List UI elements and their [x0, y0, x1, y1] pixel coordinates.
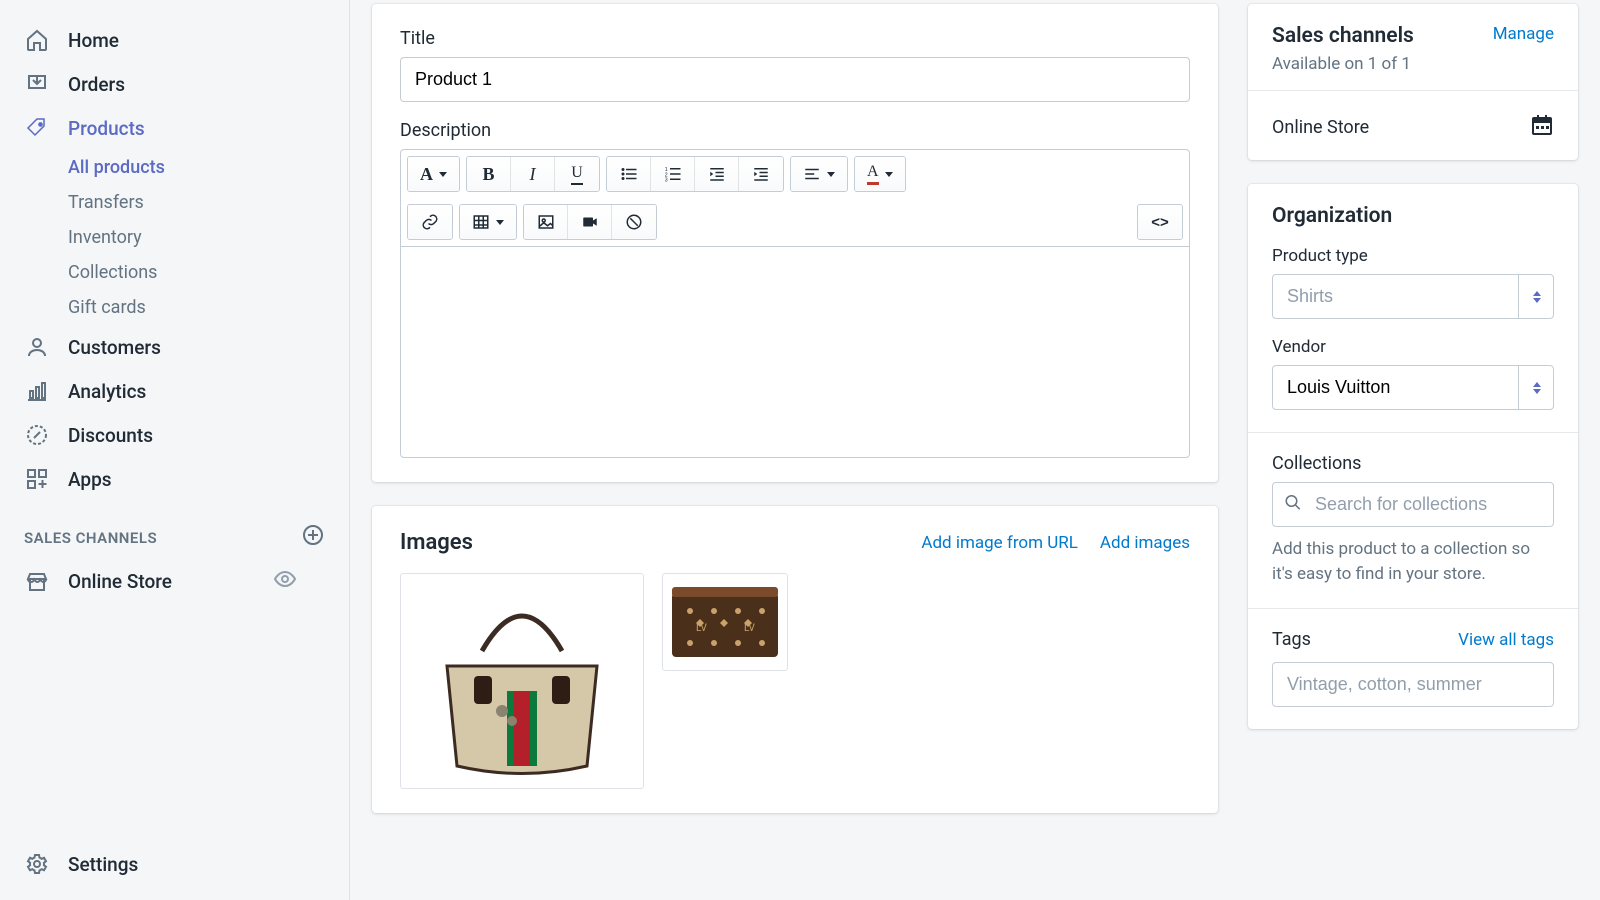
main-content: Title Description A B I: [350, 0, 1600, 900]
rte-underline-button[interactable]: U: [555, 157, 599, 191]
rte-table-dropdown[interactable]: [460, 205, 516, 239]
sales-channels-availability: Available on 1 of 1: [1272, 54, 1414, 74]
rte-html-button[interactable]: <>: [1138, 205, 1182, 239]
view-all-tags-link[interactable]: View all tags: [1458, 630, 1554, 650]
rte-outdent-button[interactable]: [695, 157, 739, 191]
tags-label: Tags: [1272, 629, 1311, 650]
sales-channels-heading: Sales channels: [1272, 24, 1414, 48]
product-image-1[interactable]: [400, 573, 644, 789]
channel-online-store[interactable]: Online Store: [0, 558, 349, 605]
store-icon: [24, 569, 50, 595]
nav-products-submenu: All products Transfers Inventory Collect…: [0, 150, 349, 325]
apps-icon: [24, 466, 50, 492]
nav-orders[interactable]: Orders: [0, 62, 349, 106]
rich-text-editor: A B I U 123: [400, 149, 1190, 458]
nav-home-label: Home: [68, 29, 119, 52]
sales-channels-header: SALES CHANNELS: [24, 529, 157, 547]
rte-toolbar: A B I U 123: [401, 150, 1189, 247]
manage-channels-link[interactable]: Manage: [1493, 24, 1554, 44]
rte-video-button[interactable]: [568, 205, 612, 239]
title-label: Title: [400, 28, 1190, 49]
collections-helper-text: Add this product to a collection so it's…: [1272, 537, 1554, 586]
rte-format-dropdown[interactable]: A: [408, 157, 459, 191]
nav-discounts[interactable]: Discounts: [0, 413, 349, 457]
subnav-inventory[interactable]: Inventory: [68, 220, 349, 255]
rte-align-dropdown[interactable]: [791, 157, 847, 191]
product-image-2[interactable]: LVLV: [662, 573, 788, 671]
product-type-select[interactable]: [1272, 274, 1554, 319]
title-input[interactable]: [400, 57, 1190, 102]
rte-color-dropdown[interactable]: A: [855, 157, 905, 191]
handbag-illustration: [412, 581, 632, 781]
search-icon: [1284, 493, 1302, 516]
description-textarea[interactable]: [401, 247, 1189, 457]
discounts-icon: [24, 422, 50, 448]
vendor-label: Vendor: [1272, 337, 1554, 357]
orders-icon: [24, 71, 50, 97]
settings-icon: [24, 851, 50, 877]
images-card: Images Add image from URL Add images: [372, 506, 1218, 813]
tags-input[interactable]: [1272, 662, 1554, 707]
nav-analytics[interactable]: Analytics: [0, 369, 349, 413]
nav-apps[interactable]: Apps: [0, 457, 349, 501]
wallet-illustration: LVLV: [666, 579, 784, 665]
view-store-icon[interactable]: [273, 567, 325, 596]
collections-label: Collections: [1272, 453, 1554, 474]
subnav-transfers[interactable]: Transfers: [68, 185, 349, 220]
channel-online-store-label: Online Store: [68, 570, 172, 593]
nav-products-label: Products: [68, 117, 145, 140]
organization-card: Organization Product type Vendor: [1248, 184, 1578, 729]
nav-apps-label: Apps: [68, 468, 112, 491]
product-type-label: Product type: [1272, 246, 1554, 266]
subnav-all-products[interactable]: All products: [68, 150, 349, 185]
products-icon: [24, 115, 50, 141]
vendor-select[interactable]: [1272, 365, 1554, 410]
home-icon: [24, 27, 50, 53]
rte-italic-button[interactable]: I: [511, 157, 555, 191]
subnav-gift-cards[interactable]: Gift cards: [68, 290, 349, 325]
nav-settings-label: Settings: [68, 853, 138, 876]
calendar-icon[interactable]: [1530, 113, 1554, 142]
customers-icon: [24, 334, 50, 360]
images-heading: Images: [400, 530, 473, 555]
analytics-icon: [24, 378, 50, 404]
add-images-link[interactable]: Add images: [1100, 533, 1190, 553]
subnav-collections[interactable]: Collections: [68, 255, 349, 290]
rte-bold-button[interactable]: B: [467, 157, 511, 191]
rte-clear-format-button[interactable]: [612, 205, 656, 239]
nav-settings[interactable]: Settings: [0, 842, 349, 886]
collections-search-input[interactable]: [1272, 482, 1554, 527]
nav-home[interactable]: Home: [0, 18, 349, 62]
rte-indent-button[interactable]: [739, 157, 783, 191]
organization-heading: Organization: [1272, 204, 1554, 228]
svg-text:3: 3: [664, 178, 667, 184]
sidebar: Home Orders Products All products Transf…: [0, 0, 350, 900]
product-details-card: Title Description A B I: [372, 4, 1218, 482]
rte-image-button[interactable]: [524, 205, 568, 239]
sales-channels-card: Sales channels Available on 1 of 1 Manag…: [1248, 4, 1578, 160]
nav-customers[interactable]: Customers: [0, 325, 349, 369]
rte-link-button[interactable]: [408, 205, 452, 239]
add-channel-button[interactable]: [301, 523, 325, 552]
nav-orders-label: Orders: [68, 73, 125, 96]
nav-discounts-label: Discounts: [68, 424, 153, 447]
description-label: Description: [400, 120, 1190, 141]
add-image-url-link[interactable]: Add image from URL: [921, 533, 1078, 553]
rte-numbered-list-button[interactable]: 123: [651, 157, 695, 191]
nav-customers-label: Customers: [68, 336, 161, 359]
rte-bullet-list-button[interactable]: [607, 157, 651, 191]
nav-products[interactable]: Products: [0, 106, 349, 150]
nav-analytics-label: Analytics: [68, 380, 146, 403]
channel-row-online-store: Online Store: [1272, 117, 1369, 138]
